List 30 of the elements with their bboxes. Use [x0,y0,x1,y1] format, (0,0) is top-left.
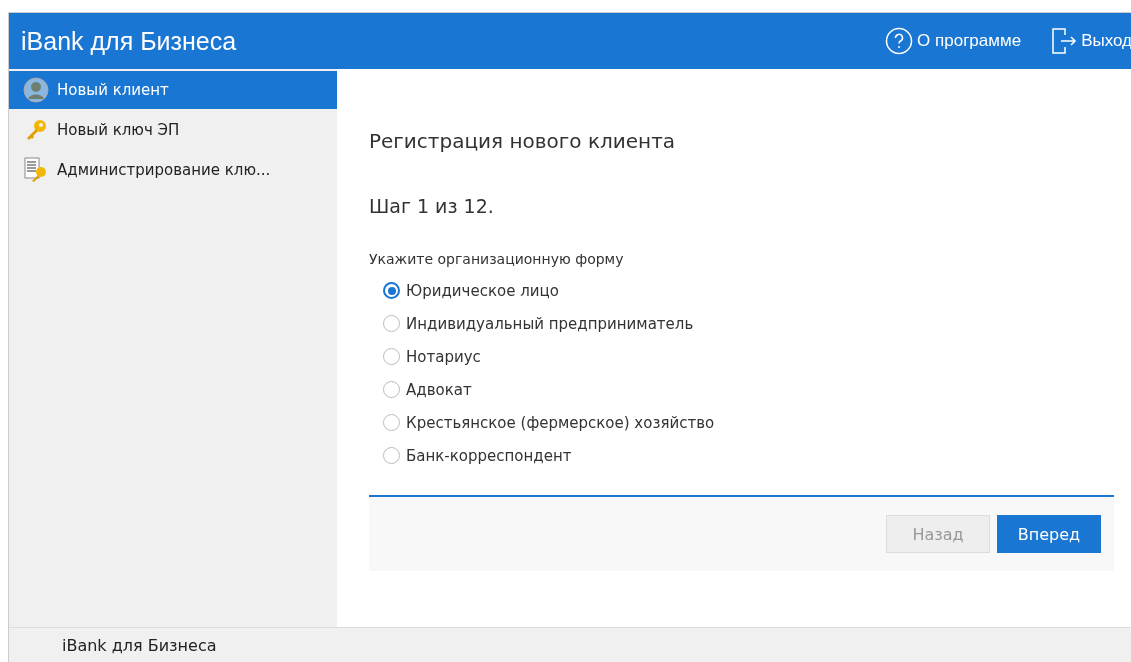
question-label: Укажите организационную форму [369,251,625,267]
document-key-icon [23,157,49,183]
sidebar-item[interactable]: Новый ключ ЭП [9,111,337,149]
app-title: iBank для Бизнеса [21,26,238,56]
sidebar-item-label: Администрирование клю... [57,161,271,179]
radio-label[interactable]: Банк-корреспондент [406,446,572,465]
next-button[interactable]: Вперед [997,515,1101,553]
sidebar-item[interactable]: Новый клиент [9,71,337,109]
radio-button[interactable] [383,447,400,464]
sidebar-item-label: Новый ключ ЭП [57,121,180,139]
radio-label[interactable]: Крестьянское (фермерское) хозяйство [406,413,715,432]
sidebar-item[interactable]: Администрирование клю... [9,151,337,189]
user-avatar-icon [23,77,49,103]
about-link[interactable]: О программе [885,27,1022,55]
page-title: Регистрация нового клиента [369,129,677,153]
radio-label[interactable]: Адвокат [406,380,472,399]
exit-link[interactable]: Выход [1051,27,1131,55]
radio-button[interactable] [383,414,400,431]
step-label: Шаг 1 из 12. [369,195,495,217]
status-text: iBank для Бизнеса [62,636,217,655]
radio-button[interactable] [383,282,400,299]
radio-label[interactable]: Юридическое лицо [406,281,559,300]
sidebar-item-label: Новый клиент [57,81,169,99]
radio-label[interactable]: Индивидуальный предприниматель [406,314,694,333]
exit-icon [1051,27,1078,55]
help-icon [885,27,914,55]
radio-button[interactable] [383,315,400,332]
radio-label[interactable]: Нотариус [406,347,481,366]
radio-button[interactable] [383,348,400,365]
radio-button[interactable] [383,381,400,398]
